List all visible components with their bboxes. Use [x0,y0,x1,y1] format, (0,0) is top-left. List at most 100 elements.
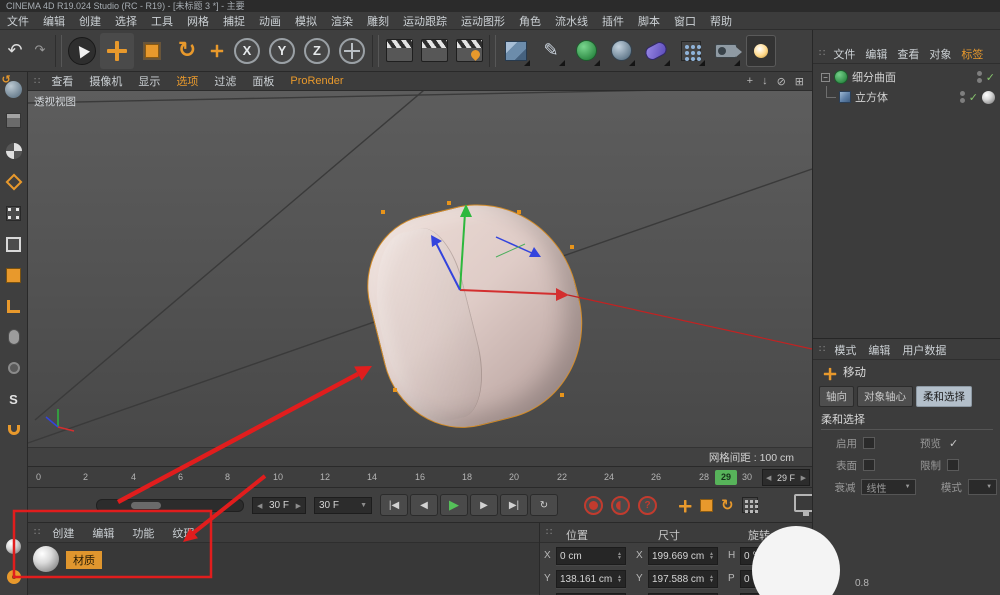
am-menu-userdata[interactable]: 用户数据 [896,342,952,358]
perspective-viewport[interactable]: 透视视图 [28,91,812,447]
redo-button[interactable]: ↷ [28,33,52,69]
menu-mograph[interactable]: 运动图形 [454,13,512,29]
menu-render[interactable]: 渲染 [324,13,360,29]
menu-simulate[interactable]: 模拟 [288,13,324,29]
undo-button[interactable]: ↶ [3,33,27,69]
model-mode-button[interactable] [2,108,26,132]
frame-spin-left-icon[interactable]: ◀ [257,502,262,510]
last-used-tool[interactable] [205,33,229,69]
record-rotation-toggle[interactable]: ↻ [721,496,734,514]
limit-checkbox[interactable] [947,459,959,471]
frame-spin-right-icon[interactable]: ▶ [296,502,301,510]
coordinate-system-button[interactable] [335,33,369,69]
record-position-toggle[interactable] [679,500,689,510]
spin-right-icon[interactable]: ▶ [801,474,806,482]
add-deformer-button[interactable] [639,33,673,69]
pan-view-icon[interactable]: + [747,75,753,88]
mat-menu-function[interactable]: 功能 [123,525,163,541]
enable-check-icon[interactable]: ✓ [969,91,978,104]
expander-icon[interactable]: − [821,73,830,82]
add-cloner-button[interactable] [674,33,708,69]
menu-script[interactable]: 脚本 [631,13,667,29]
keyframe-record-button[interactable] [2,356,26,380]
end-frame-field[interactable]: ◀ 29 F ▶ [762,469,810,486]
size-x-field[interactable]: 199.669 cm▲▼ [648,547,718,565]
menu-pipeline[interactable]: 流水线 [548,13,595,29]
vp-menu-panel[interactable]: 面板 [244,73,282,89]
menu-character[interactable]: 角色 [512,13,548,29]
pos-y-field[interactable]: 138.161 cm▲▼ [556,570,626,588]
mode-dropdown[interactable]: ▼ [968,479,997,495]
menu-window[interactable]: 窗口 [667,13,703,29]
mat-menu-create[interactable]: 创建 [43,525,83,541]
tab-axis[interactable]: 轴向 [819,386,854,407]
goto-start-button[interactable]: |◀ [380,494,408,516]
panel-grip-icon[interactable]: ∷ [28,76,43,87]
record-scale-toggle[interactable] [700,499,713,512]
render-view-button[interactable] [382,33,416,69]
spin-left-icon[interactable]: ◀ [766,474,771,482]
menu-sculpt[interactable]: 雕刻 [360,13,396,29]
mat-menu-texture[interactable]: 纹理 [163,525,203,541]
next-frame-button[interactable]: ▶ [470,494,498,516]
record-keyframe-button[interactable] [584,496,603,515]
om-menu-object[interactable]: 对象 [924,46,956,62]
size-y-field[interactable]: 197.588 cm▲▼ [648,570,718,588]
vp-menu-filter[interactable]: 过滤 [206,73,244,89]
add-subdivision-surface-button[interactable] [569,33,603,69]
move-tool[interactable] [100,33,134,69]
material-preview[interactable] [33,546,59,572]
add-generator-button[interactable] [604,33,638,69]
z-axis-lock-button[interactable]: Z [300,33,334,69]
render-picture-viewer-button[interactable] [417,33,451,69]
menu-help[interactable]: 帮助 [703,13,739,29]
om-menu-tags[interactable]: 标签 [956,46,988,62]
texture-mode-button[interactable] [2,139,26,163]
om-menu-file[interactable]: 文件 [828,46,860,62]
vp-menu-view[interactable]: 查看 [43,73,81,89]
menu-file[interactable]: 文件 [0,13,36,29]
rotate-tool[interactable]: ↻ [170,33,204,69]
om-menu-view[interactable]: 查看 [892,46,924,62]
material-name-label[interactable]: 材质 [66,551,102,569]
rotate-view-icon[interactable]: ⊘ [777,75,786,88]
toggle-views-icon[interactable]: ⊞ [795,75,804,88]
tab-soft-selection[interactable]: 柔和选择 [916,386,972,407]
axis-gizmo[interactable] [28,91,812,447]
menu-mesh[interactable]: 网格 [180,13,216,29]
scale-tool[interactable] [135,33,169,69]
vp-menu-camera[interactable]: 摄像机 [81,73,130,89]
frame-range-slider[interactable] [96,499,244,512]
add-light-button[interactable] [744,33,778,69]
visibility-dots-icon[interactable] [977,71,982,83]
menu-tools[interactable]: 工具 [144,13,180,29]
make-editable-button[interactable]: ↺ [2,77,26,101]
previous-frame-button[interactable]: ◀ [410,494,438,516]
falloff-dropdown[interactable]: 线性 ▼ [861,479,915,495]
loop-playback-button[interactable]: ↻ [530,494,558,516]
material-shortcut-button[interactable] [2,534,26,558]
menu-motion-tracker[interactable]: 运动跟踪 [396,13,454,29]
record-parameter-toggle[interactable] [742,497,758,513]
om-menu-edit[interactable]: 编辑 [860,46,892,62]
pos-x-field[interactable]: 0 cm▲▼ [556,547,626,565]
mat-menu-edit[interactable]: 编辑 [83,525,123,541]
range-slider-handle[interactable] [131,502,161,509]
material-tag-icon[interactable] [982,91,995,104]
play-button[interactable]: ▶ [440,494,468,516]
am-menu-edit[interactable]: 编辑 [862,342,896,358]
panel-grip-icon[interactable]: ∷ [813,344,828,355]
soft-selection-section-header[interactable]: 柔和选择 [821,411,993,430]
add-camera-button[interactable] [709,33,743,69]
spline-pen-button[interactable]: ✎ [534,33,568,69]
panel-grip-icon[interactable]: ∷ [540,527,555,538]
object-name[interactable]: 细分曲面 [852,69,896,85]
render-settings-button[interactable] [452,33,486,69]
menu-plugins[interactable]: 插件 [595,13,631,29]
axis-mode-button[interactable] [2,294,26,318]
panel-grip-icon[interactable]: ∷ [813,48,828,59]
object-name[interactable]: 立方体 [855,89,888,105]
snap-toggle-button[interactable] [2,418,26,442]
workplane-mode-button[interactable] [2,170,26,194]
current-frame-field[interactable]: ◀ 30 F ▶ [252,497,306,514]
